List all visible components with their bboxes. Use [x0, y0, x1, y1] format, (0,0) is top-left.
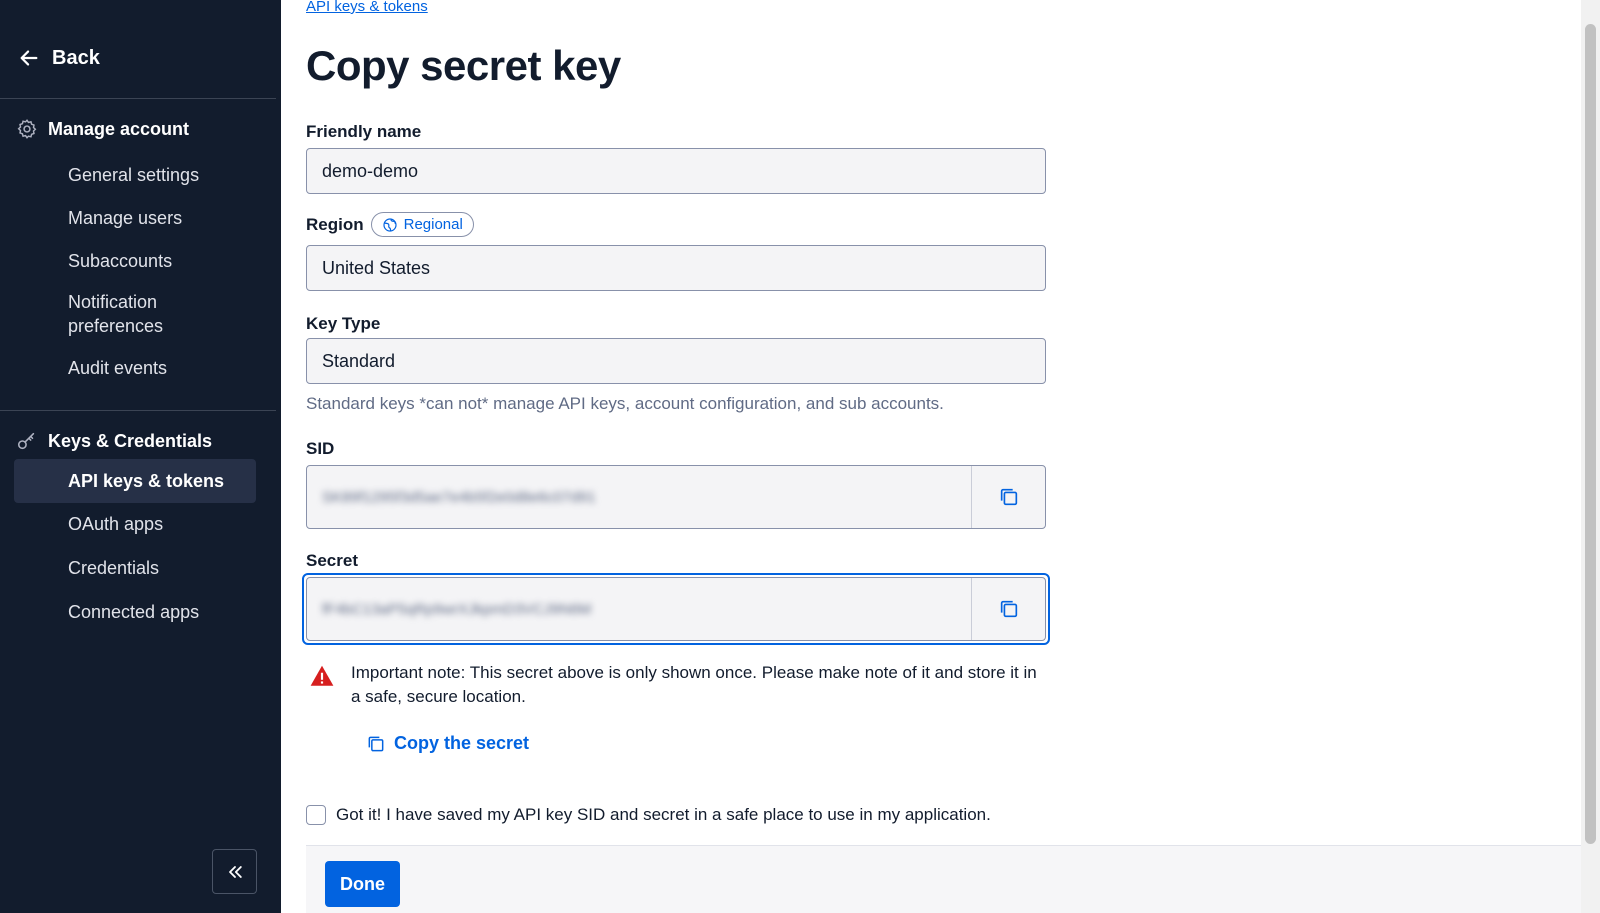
secret-label: Secret: [306, 551, 358, 570]
page-title: Copy secret key: [306, 42, 621, 89]
sidebar-item-general-settings[interactable]: General settings: [14, 156, 256, 194]
sidebar-item-audit-events[interactable]: Audit events: [14, 349, 256, 387]
acknowledge-row[interactable]: Got it! I have saved my API key SID and …: [306, 805, 991, 825]
copy-icon: [368, 736, 384, 751]
copy-sid-button[interactable]: [971, 466, 1045, 528]
warning-icon: [310, 665, 334, 686]
page-scrollbar[interactable]: [1581, 0, 1600, 913]
sidebar-item-label: OAuth apps: [68, 514, 164, 534]
sidebar-item-manage-users[interactable]: Manage users: [14, 199, 256, 237]
footer-bar: Done: [306, 845, 1581, 913]
regional-badge: Regional: [370, 212, 474, 237]
sidebar-item-label: Audit events: [68, 358, 168, 378]
sidebar-item-notification-preferences[interactable]: Notification preferences: [14, 288, 214, 340]
region-label: Region: [306, 214, 364, 234]
region-value: United States: [322, 257, 431, 278]
sidebar-item-connected-apps[interactable]: Connected apps: [14, 593, 256, 631]
copy-the-secret-button[interactable]: Copy the secret: [366, 733, 529, 754]
back-label: Back: [52, 46, 100, 69]
sidebar-divider: [0, 410, 276, 411]
region-label-row: Region Regional: [306, 212, 474, 237]
sidebar-item-subaccounts[interactable]: Subaccounts: [14, 242, 256, 280]
region-field: United States: [306, 245, 1046, 291]
section-keys-credentials: Keys & Credentials: [16, 430, 212, 452]
acknowledge-checkbox[interactable]: [306, 805, 326, 825]
sidebar-item-label: Notification preferences: [68, 292, 164, 336]
copy-secret-icon-button[interactable]: [971, 578, 1045, 640]
sidebar-item-label: Subaccounts: [68, 251, 173, 271]
sidebar-item-label: Manage users: [68, 208, 183, 228]
section-manage-account: Manage account: [16, 118, 189, 140]
copy-icon: [1000, 600, 1017, 618]
section-title: Keys & Credentials: [48, 430, 213, 451]
key-type-field: Standard: [306, 338, 1046, 384]
regional-badge-label: Regional: [403, 216, 463, 233]
key-type-label: Key Type: [306, 314, 381, 333]
copy-icon: [1000, 488, 1017, 506]
secret-field: fF4bC13aP5qRp9wrXJkpmD3VCJ9N6M: [306, 577, 1046, 641]
collapse-sidebar-button[interactable]: [212, 849, 257, 894]
sid-value: SK89f1295f3d5ae7e4b5f2e0d8e6c07d91: [322, 488, 596, 506]
important-note: Important note: This secret above is onl…: [309, 661, 1049, 709]
sidebar-item-label: API keys & tokens: [68, 471, 225, 491]
sid-field: SK89f1295f3d5ae7e4b5f2e0d8e6c07d91: [306, 465, 1046, 529]
important-note-text: Important note: This secret above is onl…: [351, 663, 1037, 706]
friendly-name-value: demo-demo: [322, 160, 419, 181]
sidebar: Back Manage account General settings Man…: [0, 0, 281, 913]
sidebar-item-label: Credentials: [68, 558, 160, 578]
section-title: Manage account: [48, 118, 190, 139]
copy-the-secret-label: Copy the secret: [394, 733, 530, 753]
breadcrumb-api-keys-tokens[interactable]: API keys & tokens: [306, 0, 428, 15]
done-button[interactable]: Done: [325, 861, 400, 907]
sidebar-item-label: Connected apps: [68, 602, 200, 622]
scrollbar-thumb[interactable]: [1585, 24, 1596, 844]
globe-icon: [383, 217, 397, 232]
sidebar-item-label: General settings: [68, 165, 200, 185]
key-icon: [17, 432, 35, 450]
friendly-name-label: Friendly name: [306, 122, 422, 141]
sidebar-item-oauth-apps[interactable]: OAuth apps: [14, 505, 256, 543]
secret-value: fF4bC13aP5qRp9wrXJkpmD3VCJ9N6M: [322, 600, 592, 618]
sidebar-item-credentials[interactable]: Credentials: [14, 549, 256, 587]
sidebar-divider: [0, 98, 276, 99]
friendly-name-field: demo-demo: [306, 148, 1046, 194]
chevron-double-left-icon: [228, 865, 242, 878]
sid-label: SID: [306, 439, 335, 458]
acknowledge-label: Got it! I have saved my API key SID and …: [336, 805, 991, 824]
key-type-value: Standard: [322, 350, 396, 371]
sidebar-item-api-keys-tokens[interactable]: API keys & tokens: [14, 459, 256, 503]
back-button[interactable]: Back: [18, 40, 100, 76]
key-type-help-text: Standard keys *can not* manage API keys,…: [306, 394, 944, 413]
arrow-left-icon: [20, 50, 38, 66]
main-content: API keys & tokens Copy secret key Friend…: [281, 0, 1581, 913]
gear-icon: [17, 119, 37, 139]
